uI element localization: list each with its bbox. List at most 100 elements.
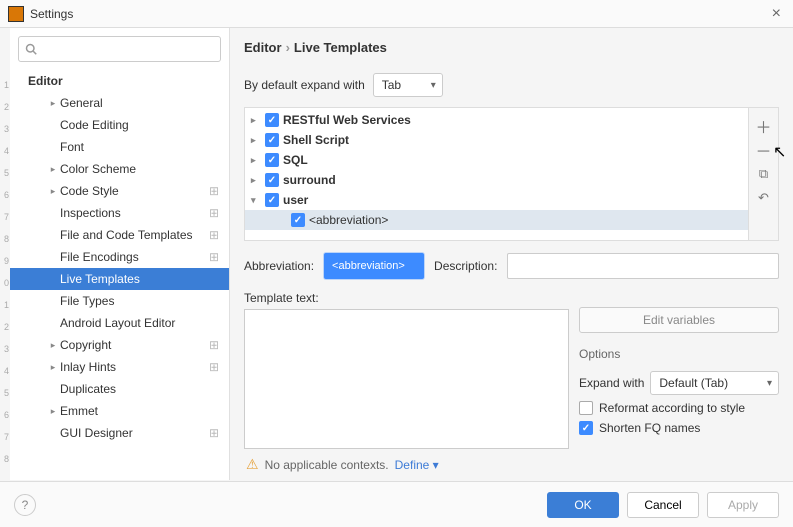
expand-with-combo[interactable]: Default (Tab)	[650, 371, 779, 395]
sidebar-item-android-layout-editor[interactable]: Android Layout Editor	[10, 312, 229, 334]
sidebar-item-color-scheme[interactable]: Color Scheme	[10, 158, 229, 180]
shorten-fq-checkbox[interactable]	[579, 421, 593, 435]
sidebar-item-label: Code Style	[60, 184, 119, 198]
sidebar-item-label: Code Editing	[60, 118, 129, 132]
reformat-checkbox[interactable]	[579, 401, 593, 415]
sidebar-item-copyright[interactable]: Copyright⊞	[10, 334, 229, 356]
sidebar-item-font[interactable]: Font	[10, 136, 229, 158]
sidebar-item-general[interactable]: General	[10, 92, 229, 114]
apply-button[interactable]: Apply	[707, 492, 779, 518]
expand-default-combo[interactable]: Tab	[373, 73, 443, 97]
expand-default-label: By default expand with	[244, 78, 365, 92]
dialog-footer: ? OK Cancel Apply	[0, 481, 793, 527]
template-group-user[interactable]: user	[245, 190, 748, 210]
sidebar-item-label: Font	[60, 140, 84, 154]
edit-variables-button[interactable]: Edit variables	[579, 307, 779, 333]
group-checkbox[interactable]	[265, 133, 279, 147]
group-checkbox[interactable]	[265, 113, 279, 127]
template-group-surround[interactable]: surround	[245, 170, 748, 190]
template-text-input[interactable]	[244, 309, 569, 449]
chevron-right-icon	[48, 164, 58, 174]
add-template-button[interactable]: ＋	[754, 114, 774, 138]
group-checkbox[interactable]	[265, 153, 279, 167]
chevron-right-icon	[48, 98, 58, 108]
templates-list[interactable]: RESTful Web Services Shell Script SQL surro…	[245, 108, 748, 240]
chevron-right-icon	[251, 115, 261, 126]
scope-icon: ⊞	[209, 250, 219, 264]
sidebar-item-label: Duplicates	[60, 382, 116, 396]
scope-icon: ⊞	[209, 360, 219, 374]
sidebar-item-duplicates[interactable]: Duplicates	[10, 378, 229, 400]
group-checkbox[interactable]	[265, 173, 279, 187]
close-icon[interactable]: ×	[768, 5, 785, 23]
sidebar-item-label: Emmet	[60, 404, 98, 418]
sidebar-item-file-and-code-templates[interactable]: File and Code Templates ⊞	[10, 224, 229, 246]
description-input[interactable]	[507, 253, 779, 279]
tree-root-editor[interactable]: Editor	[10, 70, 229, 92]
remove-template-button[interactable]: －	[754, 138, 774, 162]
sidebar-item-code-editing[interactable]: Code Editing	[10, 114, 229, 136]
sidebar-item-file-encodings[interactable]: File Encodings ⊞	[10, 246, 229, 268]
abbreviation-input[interactable]	[324, 253, 424, 279]
line-gutter: 123456789012345678	[0, 28, 10, 480]
ok-button[interactable]: OK	[547, 492, 619, 518]
template-item[interactable]: <abbreviation>	[245, 210, 748, 230]
cursor-icon: ↖	[773, 142, 786, 162]
chevron-right-icon	[251, 175, 261, 186]
copy-template-button[interactable]: ⧉	[754, 162, 774, 186]
sidebar-item-label: File and Code Templates	[60, 228, 193, 242]
template-group-restful-web-services[interactable]: RESTful Web Services	[245, 110, 748, 130]
template-label: <abbreviation>	[309, 213, 388, 227]
settings-tree[interactable]: Editor General Code Editing Font Color Schem…	[10, 70, 229, 472]
sidebar-item-file-types[interactable]: File Types	[10, 290, 229, 312]
sidebar-item-label: Inspections	[60, 206, 121, 220]
scope-icon: ⊞	[209, 338, 219, 352]
undo-template-button[interactable]: ↶	[754, 186, 774, 210]
options-title: Options	[579, 347, 779, 361]
group-label: user	[283, 193, 308, 207]
group-label: Shell Script	[283, 133, 349, 147]
template-checkbox[interactable]	[291, 213, 305, 227]
sidebar-item-gui-designer[interactable]: GUI Designer ⊞	[10, 422, 229, 444]
chevron-right-icon	[48, 186, 58, 196]
sidebar-item-label: Live Templates	[60, 272, 140, 286]
sidebar-item-inlay-hints[interactable]: Inlay Hints ⊞	[10, 356, 229, 378]
define-context-link[interactable]: Define ▾	[395, 458, 439, 472]
sidebar-item-label: General	[60, 96, 103, 110]
shorten-fq-label: Shorten FQ names	[599, 421, 700, 435]
sidebar-item-label: Inlay Hints	[60, 360, 116, 374]
description-label: Description:	[434, 259, 497, 273]
chevron-right-icon	[48, 406, 58, 416]
group-checkbox[interactable]	[265, 193, 279, 207]
sidebar-item-inspections[interactable]: Inspections⊞	[10, 202, 229, 224]
window-title: Settings	[30, 7, 768, 21]
template-group-sql[interactable]: SQL	[245, 150, 748, 170]
chevron-right-icon	[251, 135, 261, 146]
search-input[interactable]	[18, 36, 221, 62]
breadcrumb: Editor›Live Templates	[244, 40, 779, 55]
chevron-down-icon	[251, 195, 261, 206]
template-group-shell-script[interactable]: Shell Script	[245, 130, 748, 150]
chevron-right-icon	[251, 155, 261, 166]
reformat-label: Reformat according to style	[599, 401, 745, 415]
scope-icon: ⊞	[209, 426, 219, 440]
sidebar-item-label: GUI Designer	[60, 426, 133, 440]
group-label: SQL	[283, 153, 308, 167]
app-icon	[8, 6, 24, 22]
chevron-right-icon	[48, 340, 58, 350]
group-label: RESTful Web Services	[283, 113, 411, 127]
sidebar-item-live-templates[interactable]: Live Templates	[10, 268, 229, 290]
cancel-button[interactable]: Cancel	[627, 492, 699, 518]
help-button[interactable]: ?	[14, 494, 36, 516]
chevron-right-icon	[48, 362, 58, 372]
sidebar-item-emmet[interactable]: Emmet	[10, 400, 229, 422]
context-row: ⚠ No applicable contexts. Define ▾	[246, 456, 439, 473]
group-label: surround	[283, 173, 336, 187]
sidebar-item-label: File Types	[60, 294, 114, 308]
scope-icon: ⊞	[209, 184, 219, 198]
sidebar-item-label: File Encodings	[60, 250, 139, 264]
titlebar: Settings ×	[0, 0, 793, 28]
scope-icon: ⊞	[209, 228, 219, 242]
sidebar-item-code-style[interactable]: Code Style ⊞	[10, 180, 229, 202]
abbreviation-label: Abbreviation:	[244, 259, 314, 273]
